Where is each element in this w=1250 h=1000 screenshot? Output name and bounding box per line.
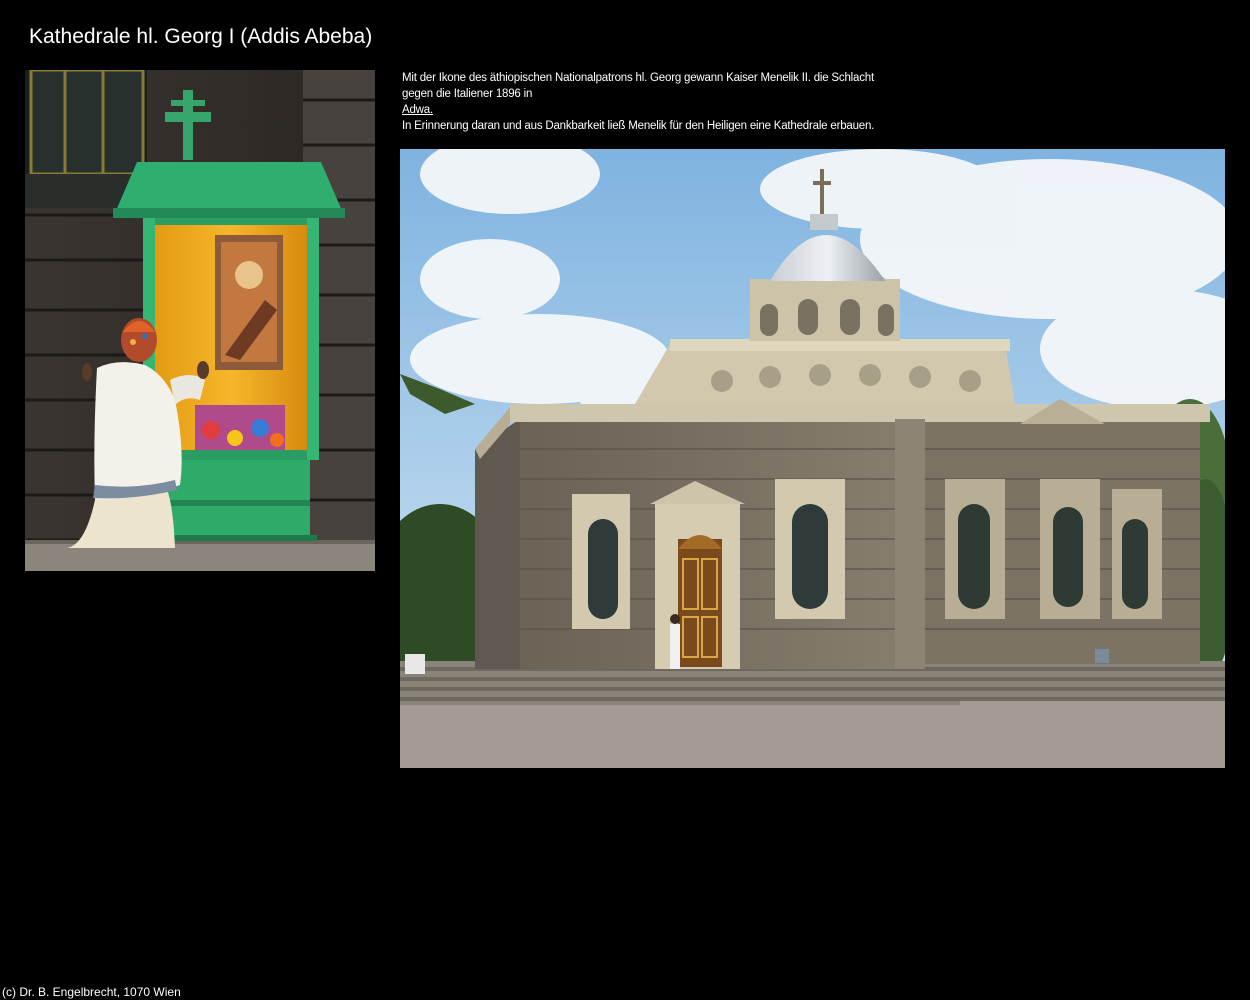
page-title: Kathedrale hl. Georg I (Addis Abeba) (29, 25, 373, 48)
page: Kathedrale hl. Georg I (Addis Abeba) Mit… (0, 0, 1250, 1000)
caption-line-2: gegen die Italiener 1896 in (402, 88, 533, 100)
caption: Mit der Ikone des äthiopischen Nationalp… (402, 70, 1002, 134)
caption-line-1: Mit der Ikone des äthiopischen Nationalp… (402, 72, 874, 84)
copyright-footer: (c) Dr. B. Engelbrecht, 1070 Wien (2, 985, 181, 999)
shrine-photo[interactable] (25, 70, 375, 571)
shrine-photo-image (25, 70, 375, 571)
cathedral-photo[interactable] (400, 149, 1225, 768)
adwa-link[interactable]: Adwa. (402, 104, 433, 116)
cathedral-photo-image (400, 149, 1225, 768)
caption-line-3: In Erinnerung daran und aus Dankbarkeit … (402, 120, 875, 132)
